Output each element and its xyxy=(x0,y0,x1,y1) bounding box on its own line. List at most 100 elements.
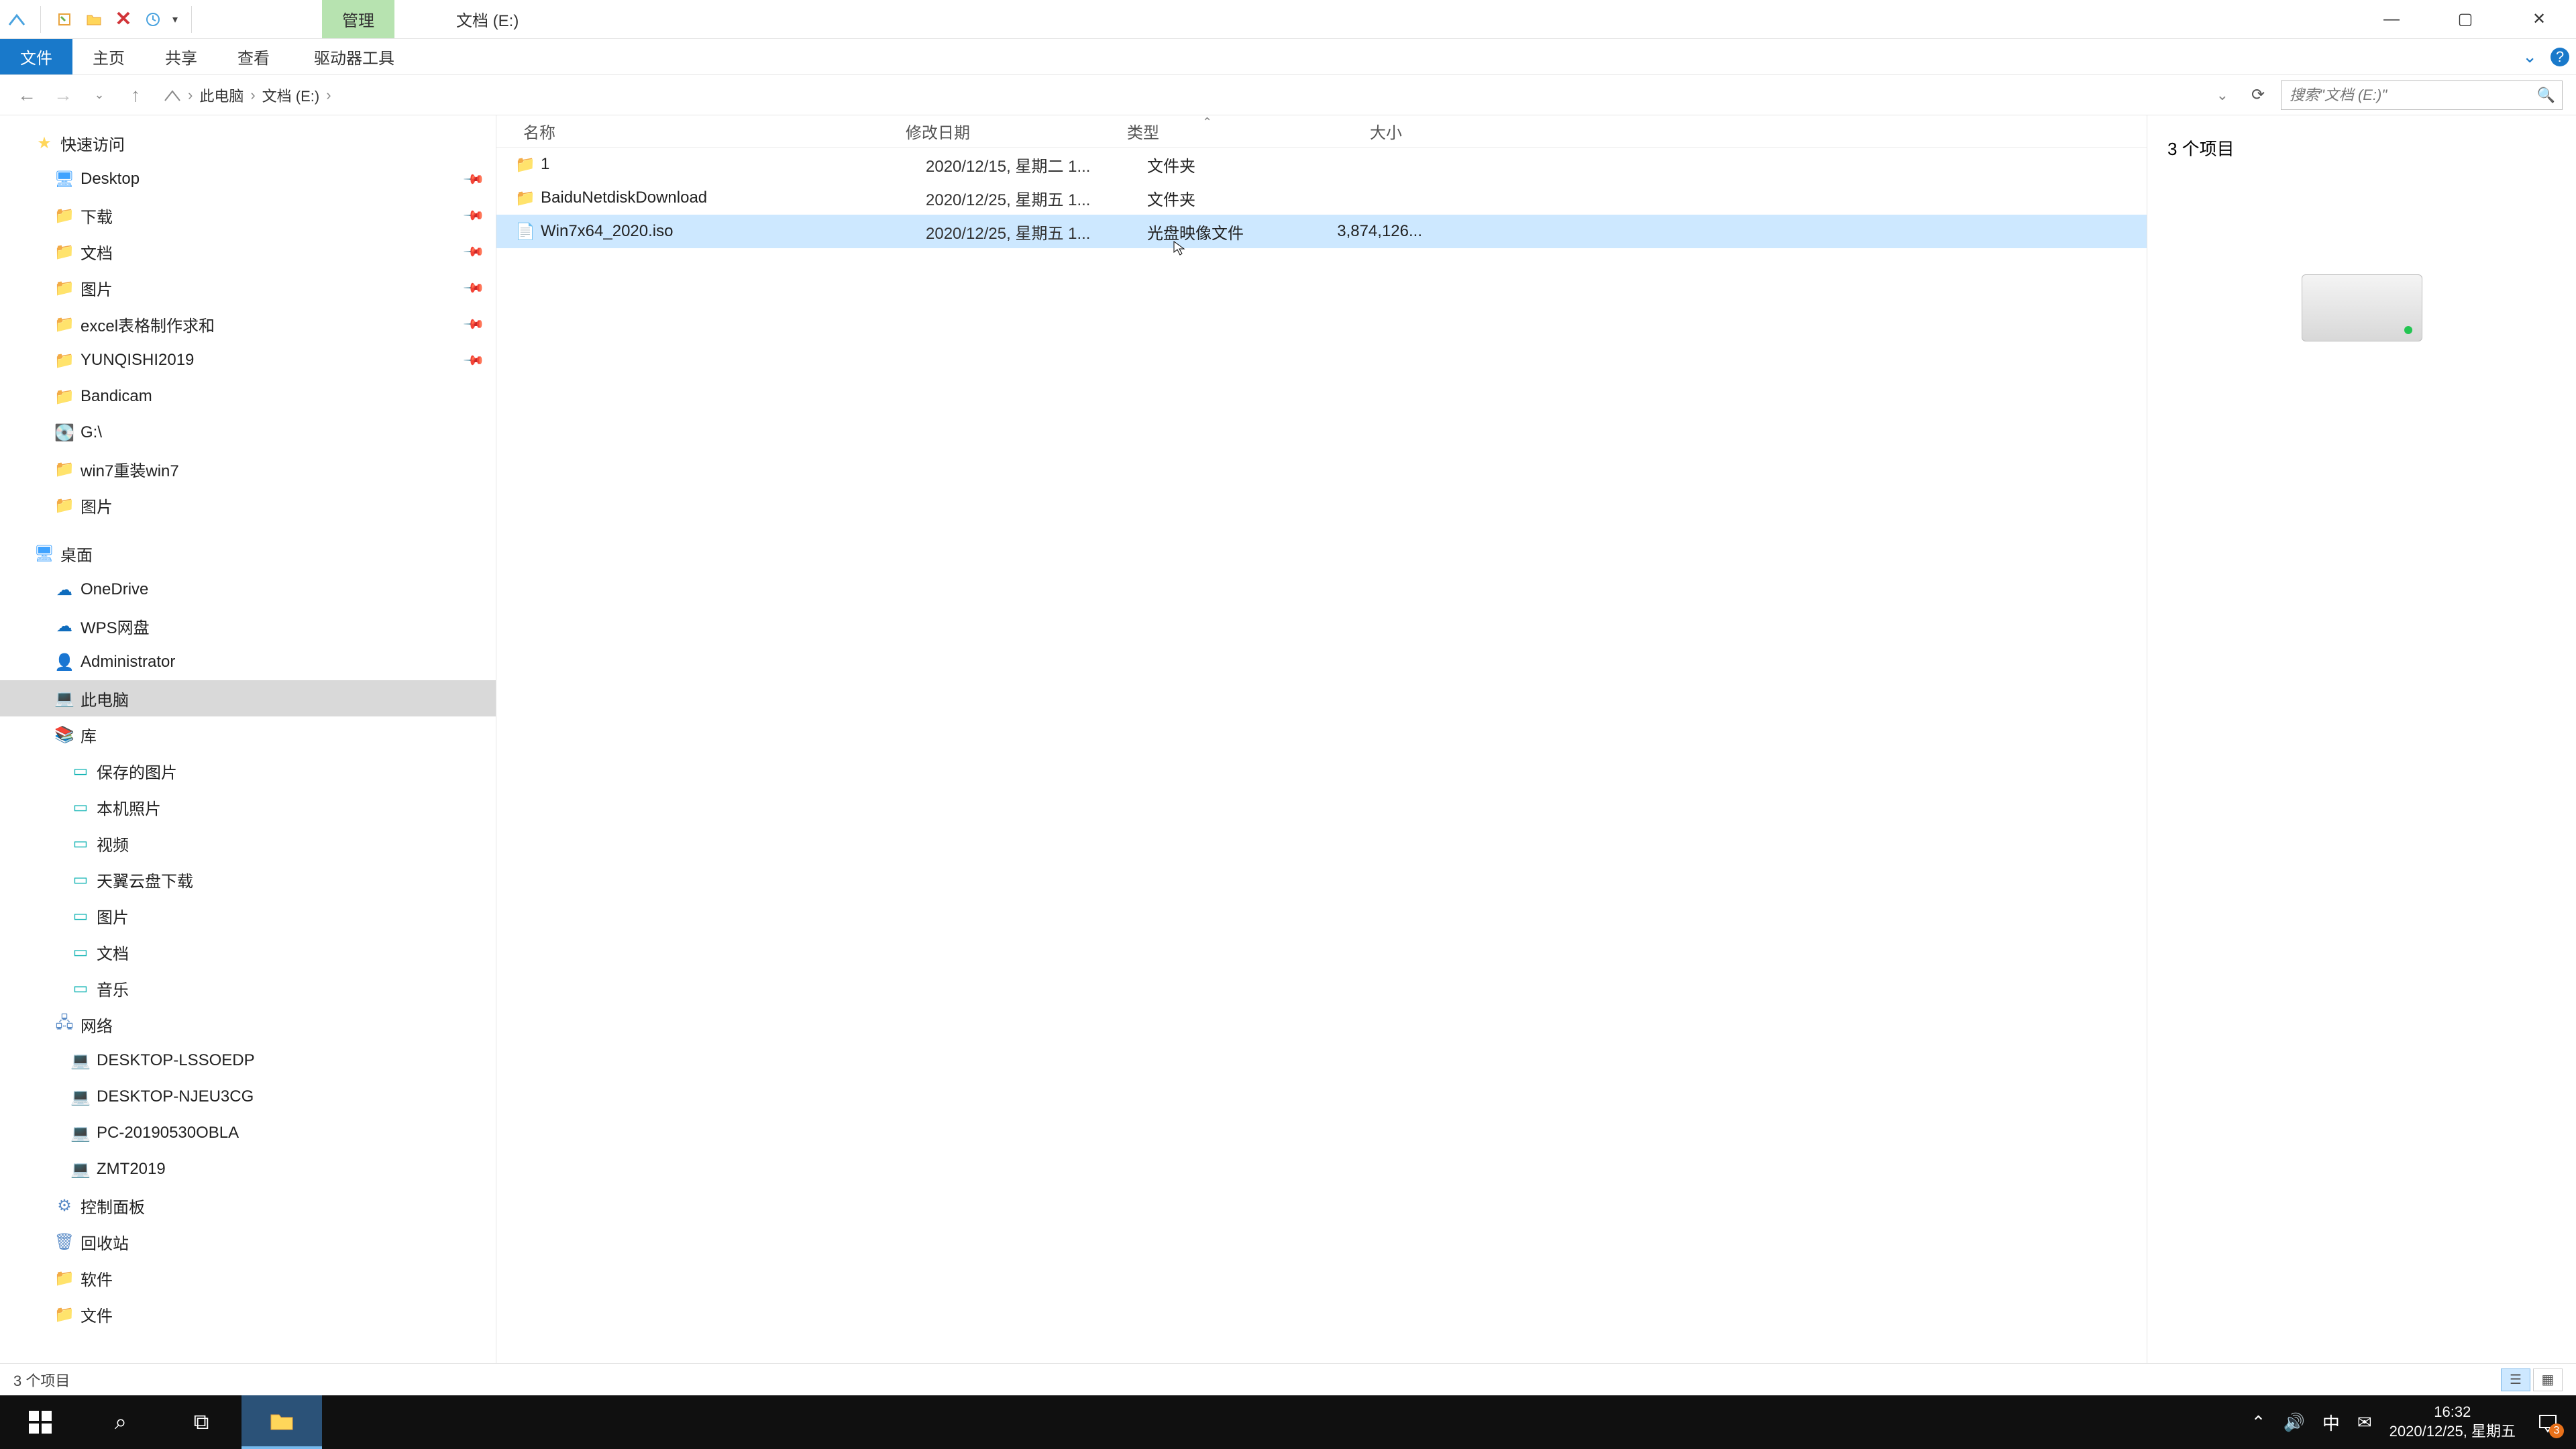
sidebar-item[interactable]: 📁 图片📌 xyxy=(0,270,496,306)
breadcrumb-segment[interactable]: 此电脑 xyxy=(199,85,244,106)
tray-ime-indicator[interactable]: 中 xyxy=(2322,1410,2340,1435)
details-summary: 3 个项目 xyxy=(2167,136,2556,160)
breadcrumb-segment[interactable]: 文档 (E:) xyxy=(262,85,320,106)
file-name: BaiduNetdiskDownload xyxy=(541,189,912,207)
sidebar-network-root[interactable]: 🖧网络 xyxy=(0,1006,496,1042)
sidebar-item-label: 文件 xyxy=(80,1303,113,1326)
maximize-button[interactable]: ▢ xyxy=(2428,0,2502,38)
qat-customize-dropdown-icon[interactable]: ▾ xyxy=(172,13,178,26)
column-headers[interactable]: 名称 修改日期 类型 大小 ⌃ xyxy=(496,115,2147,148)
file-row[interactable]: 📄 Win7x64_2020.iso 2020/12/25, 星期五 1... … xyxy=(496,215,2147,248)
sidebar-item[interactable]: ⚙ 控制面板 xyxy=(0,1187,496,1224)
contextual-tab-manage[interactable]: 管理 xyxy=(322,0,394,38)
ribbon-expand-icon[interactable]: ⌄ xyxy=(2522,46,2537,67)
search-box[interactable]: 🔍 xyxy=(2281,80,2563,110)
breadcrumb[interactable]: › 此电脑 › 文档 (E:) › ⌄ xyxy=(158,85,2235,106)
search-input[interactable] xyxy=(2290,87,2554,104)
chevron-right-icon[interactable]: › xyxy=(323,87,333,104)
qat-delete-icon[interactable]: ✕ xyxy=(113,9,133,30)
sidebar-item[interactable]: 📁 图片 xyxy=(0,487,496,523)
sidebar-item[interactable]: 💽 G:\ xyxy=(0,415,496,451)
navigation-pane[interactable]: ★快速访问 🖥 Desktop📌 📁 下载📌 📁 文档📌 📁 图片📌 📁 exc… xyxy=(0,115,496,1363)
sidebar-item[interactable]: ☁ WPS网盘 xyxy=(0,608,496,644)
sidebar-item[interactable]: ▭ 天翼云盘下载 xyxy=(0,861,496,898)
sidebar-item[interactable]: 💻 DESKTOP-LSSOEDP xyxy=(0,1042,496,1079)
nav-recent-dropdown-icon[interactable]: ⌄ xyxy=(86,82,113,109)
taskbar-taskview-button[interactable]: ⧉ xyxy=(161,1395,241,1449)
clock-time: 16:32 xyxy=(2390,1403,2516,1422)
sidebar-item-label: 视频 xyxy=(97,832,129,855)
sidebar-item[interactable]: ▭ 音乐 xyxy=(0,970,496,1006)
folder-icon: 📁 xyxy=(55,242,74,261)
column-header-size[interactable]: 大小 xyxy=(1295,119,1409,143)
sidebar-item[interactable]: ▭ 图片 xyxy=(0,898,496,934)
close-button[interactable]: ✕ xyxy=(2502,0,2576,38)
search-icon[interactable]: 🔍 xyxy=(2537,87,2555,104)
qat-properties-icon[interactable] xyxy=(54,9,74,30)
nav-up-button[interactable]: ↑ xyxy=(122,82,149,109)
start-button[interactable] xyxy=(0,1395,80,1449)
tray-overflow-icon[interactable]: ⌃ xyxy=(2251,1412,2266,1433)
sidebar-item[interactable]: ▭ 保存的图片 xyxy=(0,753,496,789)
sidebar-item[interactable]: ▭ 文档 xyxy=(0,934,496,970)
sidebar-item-label: YUNQISHI2019 xyxy=(80,351,194,370)
sidebar-item-label: DESKTOP-LSSOEDP xyxy=(97,1051,255,1070)
sidebar-item[interactable]: 📁 excel表格制作求和📌 xyxy=(0,306,496,342)
sidebar-item[interactable]: 📚 库 xyxy=(0,716,496,753)
breadcrumb-history-dropdown-icon[interactable]: ⌄ xyxy=(2216,87,2229,104)
view-thumbnails-button[interactable]: ▦ xyxy=(2533,1368,2563,1391)
sidebar-item[interactable]: 🗑 回收站 xyxy=(0,1224,496,1260)
pc-icon: 💻 xyxy=(55,689,74,708)
sidebar-item[interactable]: 🖥 Desktop📌 xyxy=(0,161,496,197)
sidebar-item[interactable]: 📁 win7重装win7 xyxy=(0,451,496,487)
ribbon-tab-file[interactable]: 文件 xyxy=(0,39,72,74)
nav-back-button[interactable]: ← xyxy=(13,82,40,109)
action-center-button[interactable]: 3 xyxy=(2533,1407,2563,1437)
sidebar-item[interactable]: 💻 ZMT2019 xyxy=(0,1151,496,1187)
sidebar-item[interactable]: 📁 下载📌 xyxy=(0,197,496,233)
sidebar-desktop-root[interactable]: 🖥桌面 xyxy=(0,535,496,572)
qat-undo-icon[interactable] xyxy=(143,9,163,30)
sidebar-item-label: 桌面 xyxy=(60,542,93,566)
sidebar-item[interactable]: 📁 Bandicam xyxy=(0,378,496,415)
sidebar-item[interactable]: 📁 文档📌 xyxy=(0,233,496,270)
sidebar-item[interactable]: ▭ 视频 xyxy=(0,825,496,861)
sidebar-item[interactable]: 💻 DESKTOP-NJEU3CG xyxy=(0,1079,496,1115)
refresh-button[interactable]: ⟳ xyxy=(2245,85,2271,105)
chevron-right-icon[interactable]: › xyxy=(248,87,258,104)
taskbar-search-button[interactable]: ⌕ xyxy=(80,1395,161,1449)
file-list[interactable]: 名称 修改日期 类型 大小 ⌃ 📁 1 2020/12/15, 星期二 1...… xyxy=(496,115,2147,1363)
sidebar-item[interactable]: ☁ OneDrive xyxy=(0,572,496,608)
library-item-icon: ▭ xyxy=(71,906,90,925)
minimize-button[interactable]: — xyxy=(2355,0,2428,38)
folder-icon: 📁 xyxy=(55,387,74,406)
ribbon-tab-share[interactable]: 共享 xyxy=(145,39,217,74)
qat-new-folder-icon[interactable] xyxy=(84,9,104,30)
sidebar-item[interactable]: 📁 文件 xyxy=(0,1296,496,1332)
sidebar-item[interactable]: 📁 软件 xyxy=(0,1260,496,1296)
ribbon-tab-view[interactable]: 查看 xyxy=(217,39,290,74)
sidebar-item[interactable]: 👤 Administrator xyxy=(0,644,496,680)
view-details-button[interactable]: ☰ xyxy=(2501,1368,2530,1391)
taskbar-file-explorer-button[interactable] xyxy=(241,1395,322,1449)
nav-forward-button[interactable]: → xyxy=(50,82,76,109)
tray-mail-icon[interactable]: ✉ xyxy=(2357,1412,2372,1433)
column-header-date[interactable]: 修改日期 xyxy=(892,119,1114,143)
sidebar-item[interactable]: ▭ 本机照片 xyxy=(0,789,496,825)
breadcrumb-root-icon[interactable] xyxy=(164,89,181,102)
file-row[interactable]: 📁 BaiduNetdiskDownload 2020/12/25, 星期五 1… xyxy=(496,181,2147,215)
chevron-right-icon[interactable]: › xyxy=(185,87,195,104)
sidebar-item[interactable]: 💻 PC-20190530OBLA xyxy=(0,1115,496,1151)
sidebar-item[interactable]: 💻 此电脑 xyxy=(0,680,496,716)
sidebar-quick-access[interactable]: ★快速访问 xyxy=(0,125,496,161)
library-item-icon: ▭ xyxy=(71,798,90,816)
taskbar[interactable]: ⌕ ⧉ ⌃ 🔊 中 ✉ 16:32 2020/12/25, 星期五 3 xyxy=(0,1395,2576,1449)
file-row[interactable]: 📁 1 2020/12/15, 星期二 1... 文件夹 xyxy=(496,148,2147,181)
sidebar-item[interactable]: 📁 YUNQISHI2019📌 xyxy=(0,342,496,378)
ribbon-tab-drive-tools[interactable]: 驱动器工具 xyxy=(294,39,415,74)
tray-volume-icon[interactable]: 🔊 xyxy=(2283,1412,2304,1433)
taskbar-clock[interactable]: 16:32 2020/12/25, 星期五 xyxy=(2390,1403,2516,1441)
help-icon[interactable]: ? xyxy=(2551,48,2569,66)
ribbon-tab-home[interactable]: 主页 xyxy=(72,39,145,74)
column-header-name[interactable]: 名称 xyxy=(496,119,892,143)
